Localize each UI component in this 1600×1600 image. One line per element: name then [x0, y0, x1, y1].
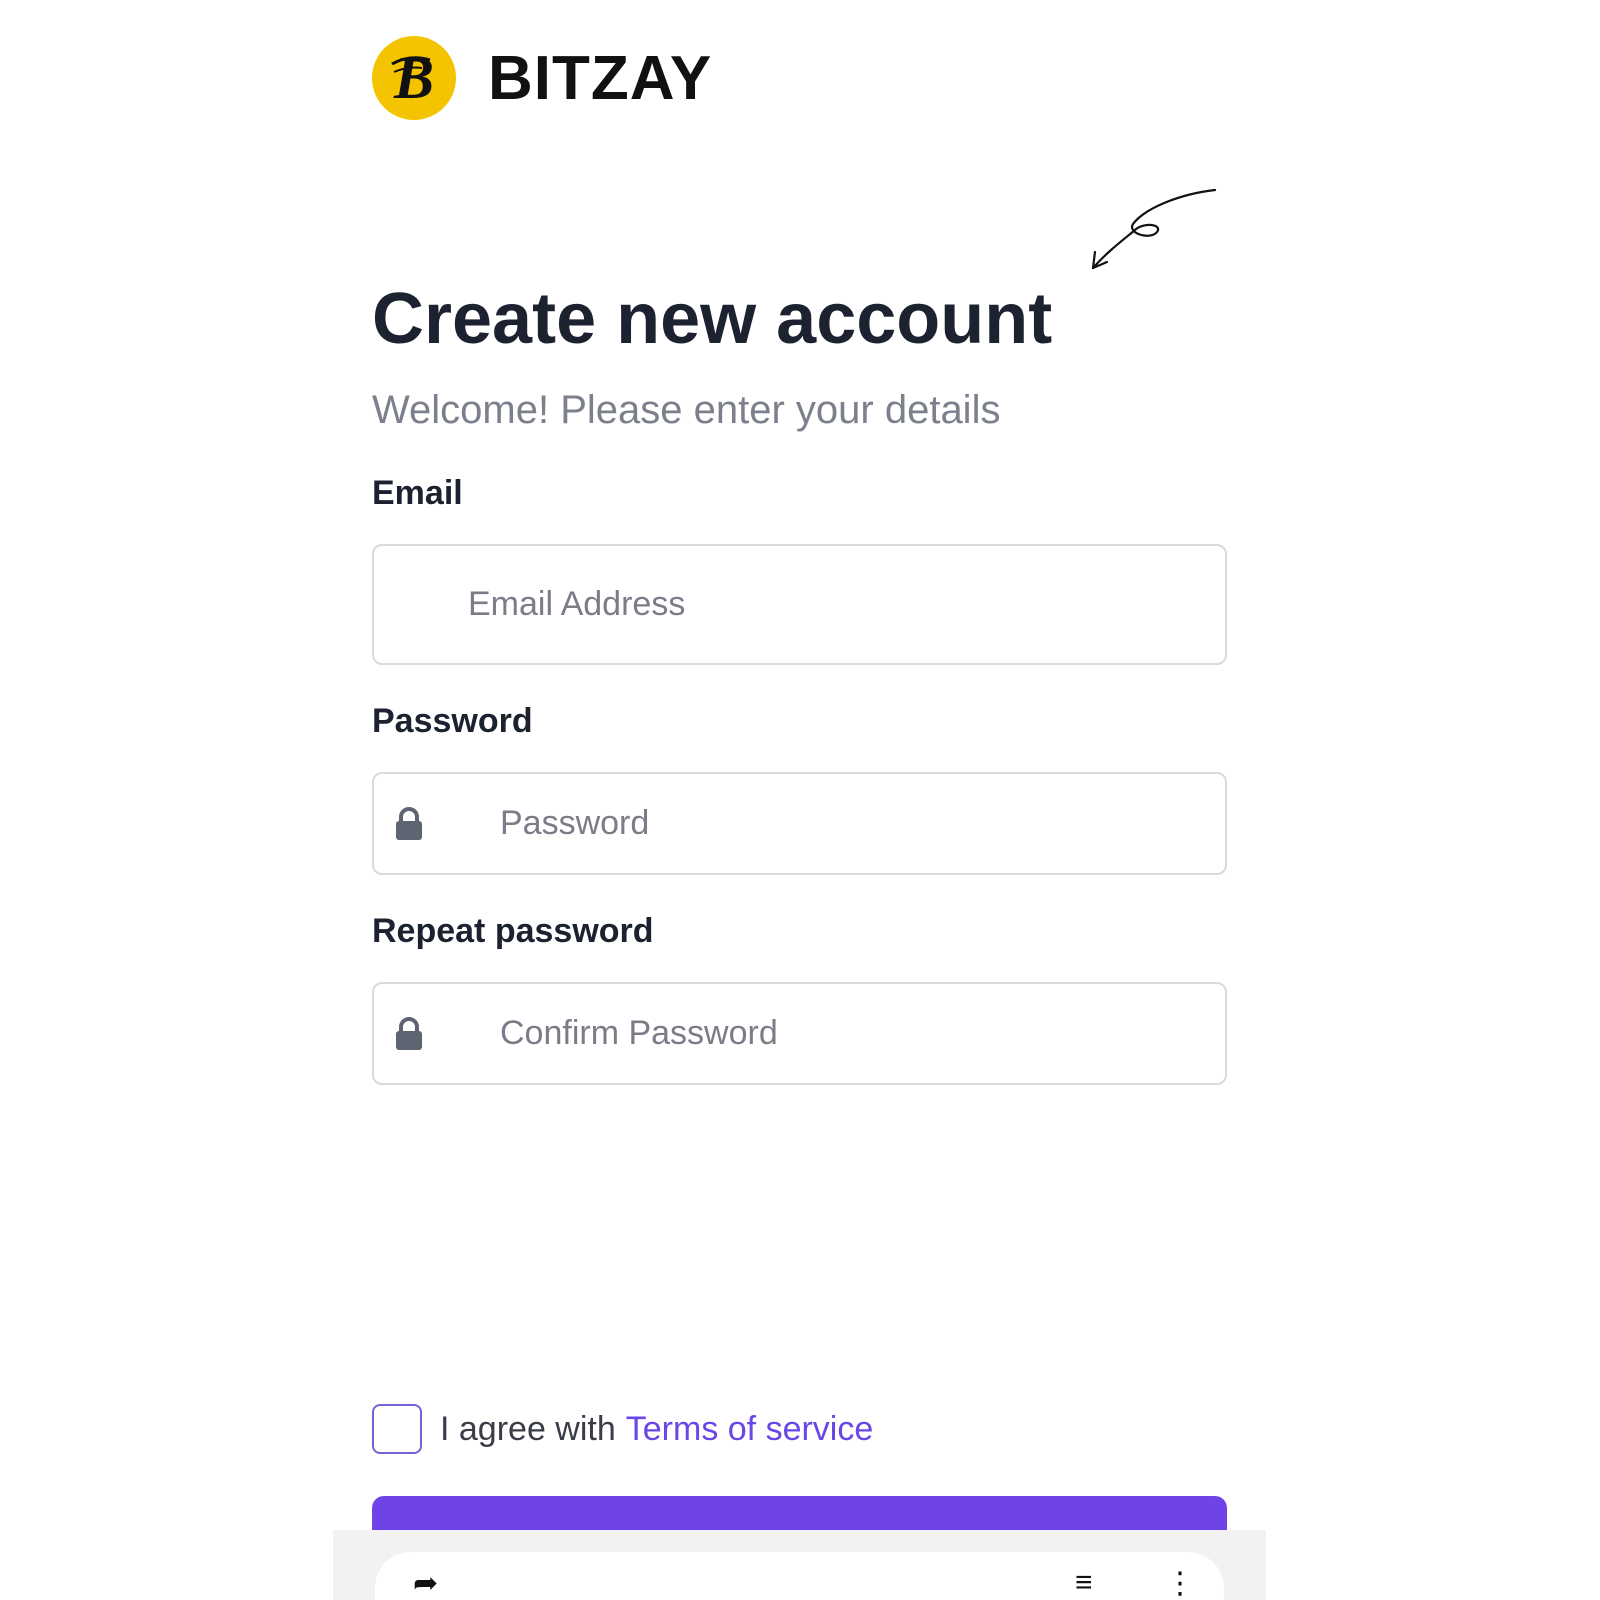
- lock-icon: [396, 806, 422, 840]
- terms-checkbox[interactable]: [372, 1404, 422, 1454]
- email-field-container[interactable]: [372, 544, 1227, 665]
- bitzay-logo-icon: B: [372, 36, 456, 120]
- brand-header[interactable]: B BITZAY: [372, 36, 712, 120]
- terms-prefix: I agree with: [440, 1409, 616, 1448]
- terms-of-service-link[interactable]: Terms of service: [626, 1410, 874, 1449]
- lock-icon: [396, 1016, 422, 1050]
- more-menu-icon[interactable]: ⋮: [1165, 1566, 1195, 1600]
- brand-name: BITZAY: [488, 43, 713, 113]
- email-label: Email: [372, 474, 463, 512]
- signup-page: B BITZAY Create new account Welcome! Ple…: [0, 0, 1600, 1600]
- password-field-container[interactable]: [372, 772, 1227, 875]
- email-input[interactable]: [466, 584, 1225, 625]
- page-subtitle: Welcome! Please enter your details: [372, 388, 1001, 432]
- password-label: Password: [372, 702, 533, 740]
- page-title: Create new account: [372, 279, 1053, 359]
- repeat-password-field-container[interactable]: [372, 982, 1227, 1085]
- terms-row: I agree with Terms of service: [372, 1404, 873, 1454]
- svg-text:B: B: [393, 45, 434, 111]
- browser-toolbar: ➦ ≡ ⋮: [333, 1530, 1266, 1600]
- repeat-password-label: Repeat password: [372, 912, 654, 950]
- browser-url-bar[interactable]: ➦ ≡ ⋮: [375, 1552, 1224, 1600]
- tabs-icon[interactable]: ≡: [1075, 1566, 1093, 1600]
- share-icon[interactable]: ➦: [413, 1566, 438, 1600]
- repeat-password-input[interactable]: [498, 1013, 1225, 1054]
- curly-arrow-icon: [1091, 188, 1217, 270]
- password-input[interactable]: [498, 803, 1225, 844]
